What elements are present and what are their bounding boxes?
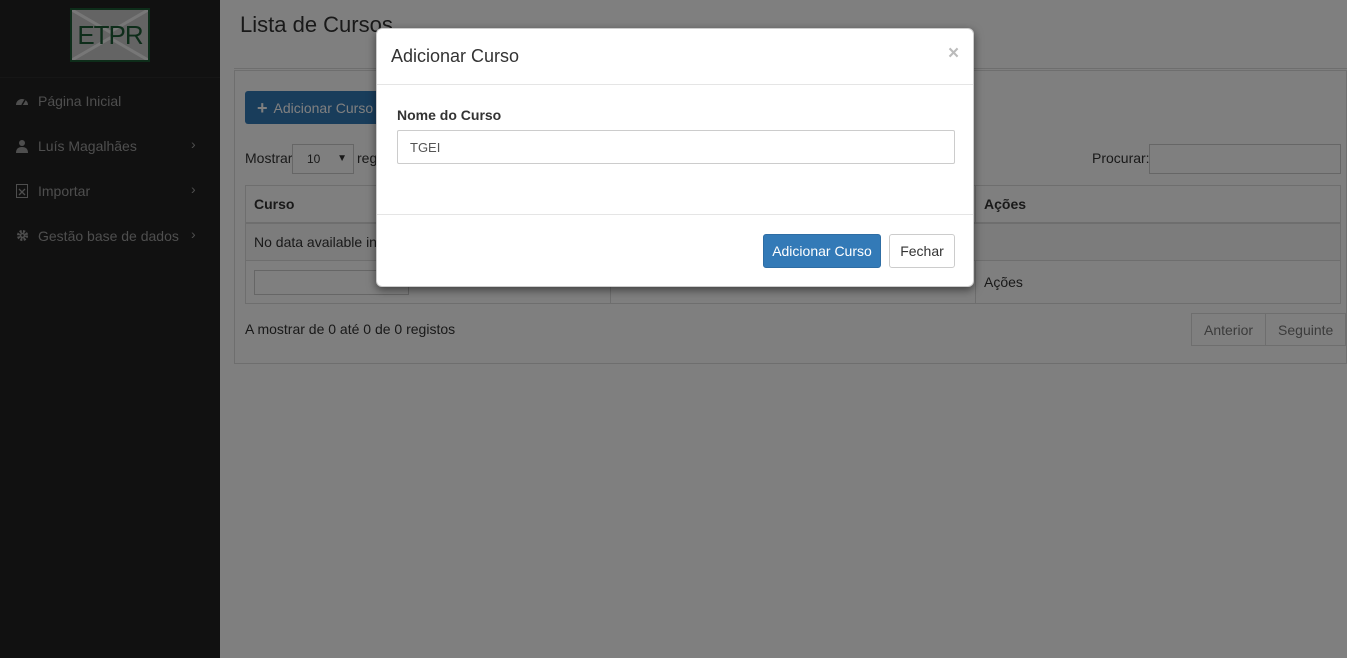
modal-body: Nome do Curso [377, 85, 973, 214]
submit-add-course-button[interactable]: Adicionar Curso [763, 234, 881, 268]
modal-title: Adicionar Curso [391, 46, 520, 66]
add-course-modal: Adicionar Curso × Nome do Curso Adiciona… [376, 28, 974, 287]
modal-footer: Adicionar Curso Fechar [377, 214, 973, 287]
course-name-label: Nome do Curso [397, 107, 502, 123]
course-name-input[interactable] [397, 130, 955, 164]
close-modal-button[interactable]: Fechar [889, 234, 955, 268]
modal-header: Adicionar Curso × [377, 29, 973, 85]
close-icon[interactable]: × [948, 43, 959, 65]
